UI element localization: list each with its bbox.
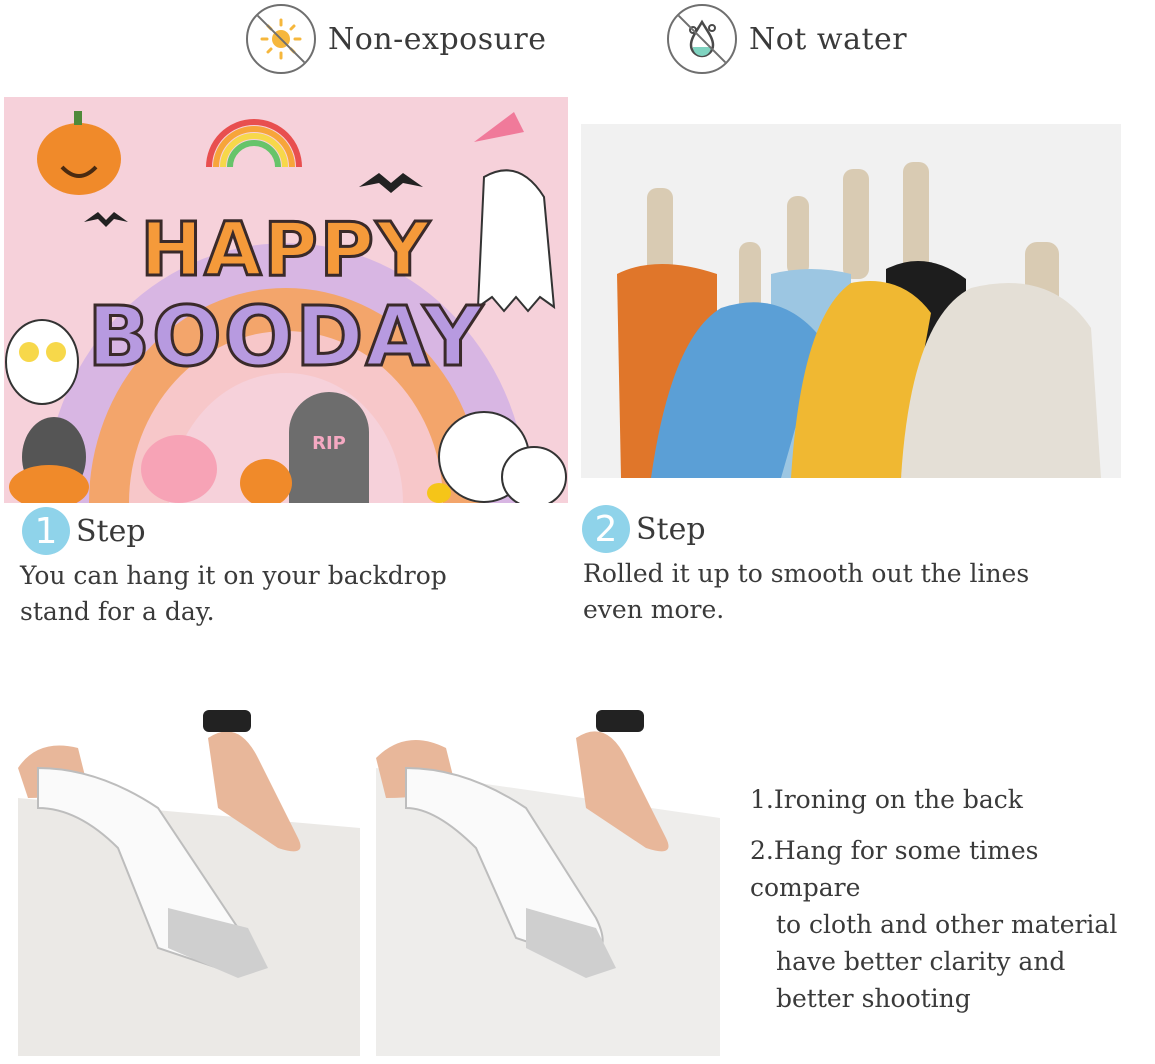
ironing-photo-2 bbox=[376, 708, 720, 1056]
note-2-line-1: 2.Hang for some times compare bbox=[750, 836, 1039, 902]
sun-icon bbox=[246, 4, 316, 74]
water-drop-icon bbox=[667, 4, 737, 74]
step-1-line-2: stand for a day. bbox=[20, 597, 215, 626]
rolled-fabric-photo bbox=[581, 124, 1121, 478]
ironing-photo-1 bbox=[18, 708, 360, 1056]
note-1: 1.Ironing on the back bbox=[750, 785, 1023, 814]
step-2-line-1: Rolled it up to smooth out the lines bbox=[583, 559, 1030, 588]
note-2-line-4: better shooting bbox=[776, 984, 971, 1013]
step-2-heading: 2 Step bbox=[582, 505, 706, 553]
non-exposure-badge: Non-exposure bbox=[246, 4, 547, 74]
step-2-description: Rolled it up to smooth out the lines eve… bbox=[583, 556, 1143, 628]
tombstone-text: RIP bbox=[312, 433, 346, 454]
note-2-line-2: to cloth and other material bbox=[776, 910, 1118, 939]
step-2-title: Step bbox=[636, 511, 706, 547]
step-1-line-1: You can hang it on your backdrop bbox=[20, 561, 447, 590]
step-1-title: Step bbox=[76, 513, 146, 549]
not-water-label: Not water bbox=[749, 21, 908, 57]
banner-line2: BOODAY bbox=[88, 290, 485, 385]
step-1-description: You can hang it on your backdrop stand f… bbox=[20, 558, 540, 630]
booday-backdrop-photo: RIP HAPPY BOODAY bbox=[4, 97, 568, 503]
ironing-notes: 1.Ironing on the back 2.Hang for some ti… bbox=[750, 781, 1150, 1017]
step-1-number: 1 bbox=[22, 507, 70, 555]
step-2-number: 2 bbox=[582, 505, 630, 553]
step-1-heading: 1 Step bbox=[22, 507, 146, 555]
step-2-line-2: even more. bbox=[583, 595, 725, 624]
non-exposure-label: Non-exposure bbox=[328, 21, 547, 57]
banner-line1: HAPPY bbox=[140, 207, 431, 293]
not-water-badge: Not water bbox=[667, 4, 907, 74]
note-2-line-3: have better clarity and bbox=[776, 947, 1066, 976]
